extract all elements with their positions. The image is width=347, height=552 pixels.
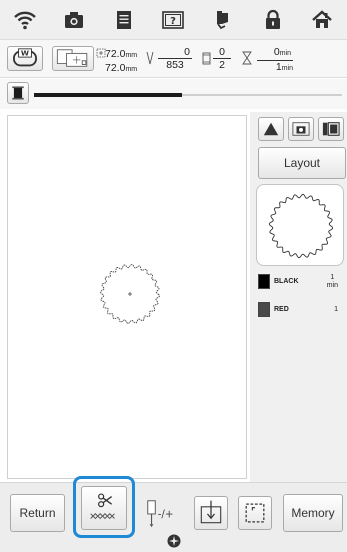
svg-text:-/+: -/+ xyxy=(158,509,174,521)
pattern-preview[interactable] xyxy=(7,115,247,479)
width-value: 72.0 xyxy=(105,48,126,60)
thread-spool-icon[interactable] xyxy=(208,6,238,34)
sewing-time: 0min 1min xyxy=(257,46,293,75)
time-current-unit: min xyxy=(279,50,291,57)
thread-time-value: 1 xyxy=(334,306,338,313)
needle-icon xyxy=(146,51,154,65)
triangle-icon xyxy=(263,122,279,136)
height-value: 72.0 xyxy=(105,62,126,74)
status-bar: ? xyxy=(0,0,347,40)
stitch-total: 853 xyxy=(166,59,184,71)
starting-point-button[interactable] xyxy=(194,496,228,530)
thread-time: 1 min xyxy=(327,274,338,290)
lock-icon[interactable] xyxy=(258,6,288,34)
thread-name: BLACK xyxy=(274,278,299,285)
pattern-size: 72.0mm 72.0mm xyxy=(105,48,137,76)
background-view-button[interactable] xyxy=(318,117,344,141)
view-hoop-button[interactable] xyxy=(258,117,284,141)
height-unit: mm xyxy=(125,66,138,73)
camera-view-button[interactable] xyxy=(288,117,314,141)
progress-fill xyxy=(34,93,182,97)
thumbnail-pattern xyxy=(268,193,334,259)
progress-track[interactable] xyxy=(34,93,342,97)
svg-text:?: ? xyxy=(171,16,177,27)
background-icon xyxy=(322,122,340,136)
help-icon[interactable]: ? xyxy=(158,6,188,34)
color-total: 2 xyxy=(219,59,225,71)
color-current: 0 xyxy=(213,46,231,59)
thread-time-value: 1 xyxy=(330,274,335,281)
embroidery-edit-icon: W xyxy=(13,48,37,67)
thread-name: RED xyxy=(274,306,289,313)
spool-icon xyxy=(12,86,24,100)
camera-icon[interactable] xyxy=(59,6,89,34)
pattern-thumbnail xyxy=(256,184,344,266)
selection-highlight xyxy=(73,476,135,538)
embroidery-edit-button[interactable]: W xyxy=(7,46,43,71)
stitch-forward-back-button[interactable]: -/+ xyxy=(140,496,180,530)
hoop-icon xyxy=(56,49,88,67)
width-unit: mm xyxy=(125,52,138,59)
thread-swatch-black xyxy=(258,274,270,289)
stitch-current: 0 xyxy=(158,46,192,59)
return-button[interactable]: Return xyxy=(10,494,65,532)
home-icon[interactable] xyxy=(307,6,337,34)
thread-color-row-2[interactable]: RED 1 xyxy=(256,300,344,322)
layout-label: Layout xyxy=(283,156,321,170)
memory-label: Memory xyxy=(291,506,335,520)
svg-text:W: W xyxy=(21,49,29,58)
thread-time-unit: min xyxy=(326,282,338,289)
hourglass-icon xyxy=(242,51,252,65)
settings-knob-icon[interactable] xyxy=(167,534,181,548)
time-total-unit: min xyxy=(281,65,293,72)
stitch-count: 0 853 xyxy=(158,46,192,71)
color-count: 0 2 xyxy=(213,46,231,71)
thread-color-row-1[interactable]: BLACK 1 min xyxy=(256,272,344,294)
thread-spool-button[interactable] xyxy=(7,82,29,104)
memory-button[interactable]: Memory xyxy=(283,494,343,532)
needle-plus-minus-icon: -/+ xyxy=(147,500,174,528)
sewing-progress-row xyxy=(0,79,347,109)
hoop-select-button[interactable] xyxy=(52,46,94,71)
document-icon[interactable] xyxy=(109,6,139,34)
wifi-icon[interactable] xyxy=(10,6,40,34)
thread-time: 1 xyxy=(334,306,338,314)
info-bar: W 72.0mm 72.0mm 0 853 0 2 0min 1min xyxy=(0,40,347,78)
preview-canvas xyxy=(99,263,161,325)
layout-button[interactable]: Layout xyxy=(258,147,346,179)
thread-swatch-red xyxy=(258,302,270,317)
trace-frame-icon xyxy=(245,503,265,523)
return-label: Return xyxy=(19,506,56,520)
thread-color-icon xyxy=(202,52,211,65)
camera-frame-icon xyxy=(292,122,310,136)
trial-trace-button[interactable] xyxy=(238,496,272,530)
start-point-icon xyxy=(200,500,222,524)
